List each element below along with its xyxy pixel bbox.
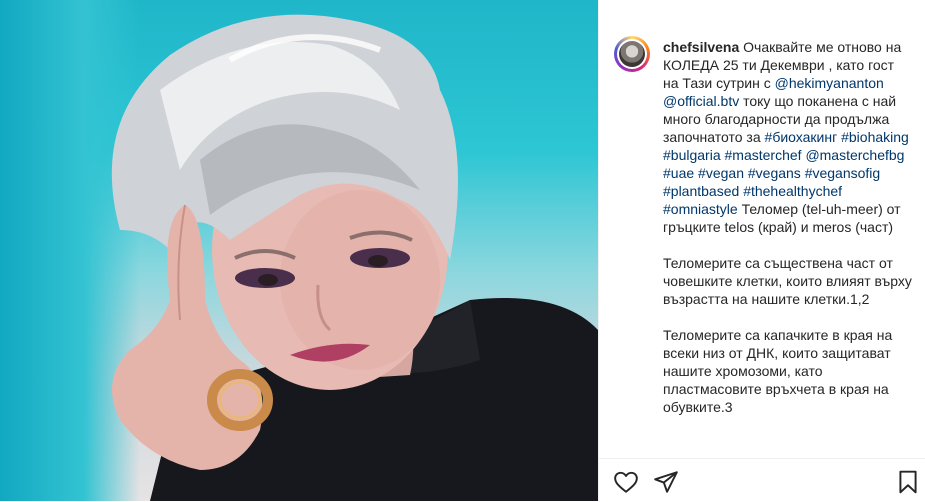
mention-link[interactable]: @masterchefbg — [805, 147, 904, 163]
avatar[interactable] — [617, 39, 647, 69]
caption-area[interactable]: chefsilvena Очаквайте ме отново на КОЛЕД… — [599, 0, 925, 458]
heart-icon — [614, 471, 638, 493]
share-button[interactable] — [653, 469, 679, 495]
caption-paragraph-2: Теломерите са съществена част от човешки… — [663, 255, 912, 307]
paper-plane-icon — [654, 471, 678, 493]
avatar-image — [619, 41, 645, 67]
hashtag-link[interactable]: #biohaking — [841, 129, 909, 145]
save-button[interactable] — [895, 469, 921, 495]
caption-paragraph-3: Теломерите са капачките в края на всеки … — [663, 327, 893, 415]
mention-link[interactable]: @hekimyananton — [775, 75, 884, 91]
post-actions-bar — [599, 458, 925, 502]
hashtag-link[interactable]: #vegans — [748, 165, 801, 181]
hashtag-link[interactable]: #omniastyle — [663, 201, 738, 217]
hashtag-link[interactable]: #masterchef — [725, 147, 802, 163]
hashtag-link[interactable]: #bulgaria — [663, 147, 721, 163]
hashtag-link[interactable]: #plantbased — [663, 183, 739, 199]
like-button[interactable] — [613, 469, 639, 495]
mention-link[interactable]: @official.btv — [663, 93, 739, 109]
author-username[interactable]: chefsilvena — [663, 39, 739, 55]
hashtag-link[interactable]: #vegan — [698, 165, 744, 181]
hashtag-link[interactable]: #биохакинг — [765, 129, 838, 145]
hashtag-link[interactable]: #uae — [663, 165, 694, 181]
post-media[interactable] — [0, 0, 598, 501]
post-caption: chefsilvena Очаквайте ме отново на КОЛЕД… — [663, 38, 913, 434]
post-photo — [111, 14, 598, 501]
avatar-story-ring[interactable] — [614, 36, 650, 72]
hashtag-link[interactable]: #vegansofig — [805, 165, 881, 181]
bookmark-icon — [899, 470, 917, 494]
hashtag-link[interactable]: #thehealthychef — [743, 183, 842, 199]
caption-paragraph-1: chefsilvena Очаквайте ме отново на КОЛЕД… — [663, 38, 913, 236]
post-details-panel: chefsilvena Очаквайте ме отново на КОЛЕД… — [599, 0, 925, 502]
